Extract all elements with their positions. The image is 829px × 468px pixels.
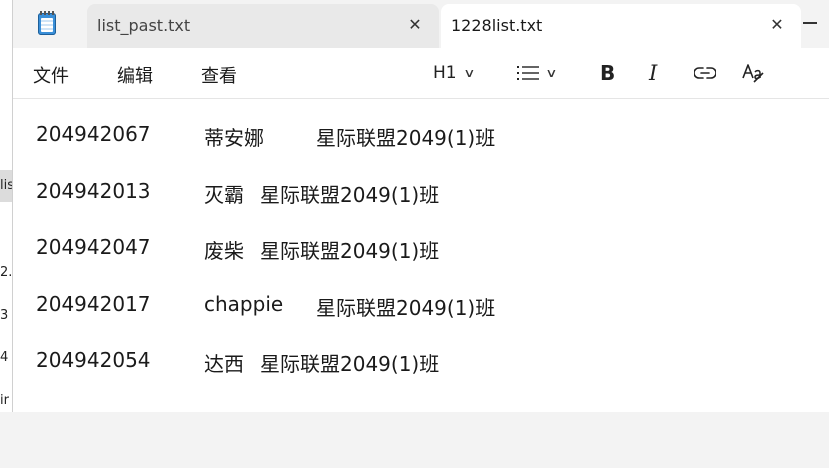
student-id: 204942067 <box>36 122 151 146</box>
background-fragment: 2.c <box>0 265 13 280</box>
chevron-down-icon: ∨ <box>462 66 476 80</box>
text-line: 204942017 chappie 星际联盟2049(1)班 <box>36 292 495 322</box>
notepad-app-icon <box>38 11 56 35</box>
tab-bar: list_past.txt ✕ 1228list.txt ✕ <box>13 0 829 48</box>
close-icon[interactable]: ✕ <box>767 14 787 34</box>
bold-button[interactable]: B <box>600 61 616 85</box>
tab-label: list_past.txt <box>97 16 191 35</box>
text-line: 204942054 达西 星际联盟2049(1)班 <box>36 348 439 378</box>
student-name: chappie <box>204 292 284 316</box>
heading-label: H1 <box>433 63 457 83</box>
italic-icon: I <box>649 61 658 85</box>
tab-1228list[interactable]: 1228list.txt ✕ <box>441 4 801 48</box>
notepad-window: list_past.txt ✕ 1228list.txt ✕ 文件 编辑 查看 … <box>13 0 829 412</box>
link-icon <box>694 67 716 79</box>
spellcheck-button[interactable] <box>741 62 765 84</box>
italic-button[interactable]: I <box>649 61 658 85</box>
background-fragment: 4 <box>0 350 9 365</box>
tab-list-past[interactable]: list_past.txt ✕ <box>87 4 439 48</box>
new-tab-icon[interactable] <box>803 22 817 24</box>
bold-icon: B <box>600 61 616 85</box>
background-fragment: 3 <box>0 308 9 323</box>
student-class: 星际联盟2049(1)班 <box>260 183 440 207</box>
student-id: 204942054 <box>36 348 151 372</box>
text-editor-area[interactable]: 204942067 蒂安娜 星际联盟2049(1)班 204942013 灭霸 … <box>13 99 829 412</box>
background-fragment: lis <box>0 178 13 193</box>
student-id: 204942047 <box>36 235 151 259</box>
close-icon[interactable]: ✕ <box>405 14 425 34</box>
link-button[interactable] <box>694 62 716 84</box>
text-line: 204942013 灭霸 星际联盟2049(1)班 <box>36 179 439 209</box>
menu-file[interactable]: 文件 <box>33 62 69 88</box>
text-line: 204942067 蒂安娜 星际联盟2049(1)班 <box>36 122 495 152</box>
student-id: 204942017 <box>36 292 151 316</box>
student-class: 星际联盟2049(1)班 <box>260 352 440 376</box>
spellcheck-icon <box>742 64 764 83</box>
text-line: 204942047 废柴 星际联盟2049(1)班 <box>36 235 439 265</box>
student-id: 204942013 <box>36 179 151 203</box>
heading-dropdown[interactable]: H1 ∨ <box>433 62 476 84</box>
menu-bar: 文件 编辑 查看 H1 ∨ ∨ B I <box>13 48 829 99</box>
student-class: 星际联盟2049(1)班 <box>316 296 496 320</box>
student-class: 星际联盟2049(1)班 <box>260 239 440 263</box>
student-name: 蒂安娜 <box>204 126 264 150</box>
background-fragment: ir <box>0 393 9 408</box>
student-name: 废柴 <box>204 239 244 263</box>
tab-label: 1228list.txt <box>451 16 543 35</box>
student-class: 星际联盟2049(1)班 <box>316 126 496 150</box>
chevron-down-icon: ∨ <box>545 66 558 80</box>
list-dropdown[interactable]: ∨ <box>517 62 558 84</box>
menu-view[interactable]: 查看 <box>201 62 237 88</box>
student-name: 灭霸 <box>204 183 244 207</box>
background-window: lis 2.c 3 4 ir <box>0 0 13 412</box>
list-icon <box>517 66 539 80</box>
menu-edit[interactable]: 编辑 <box>117 62 153 88</box>
student-name: 达西 <box>204 352 244 376</box>
